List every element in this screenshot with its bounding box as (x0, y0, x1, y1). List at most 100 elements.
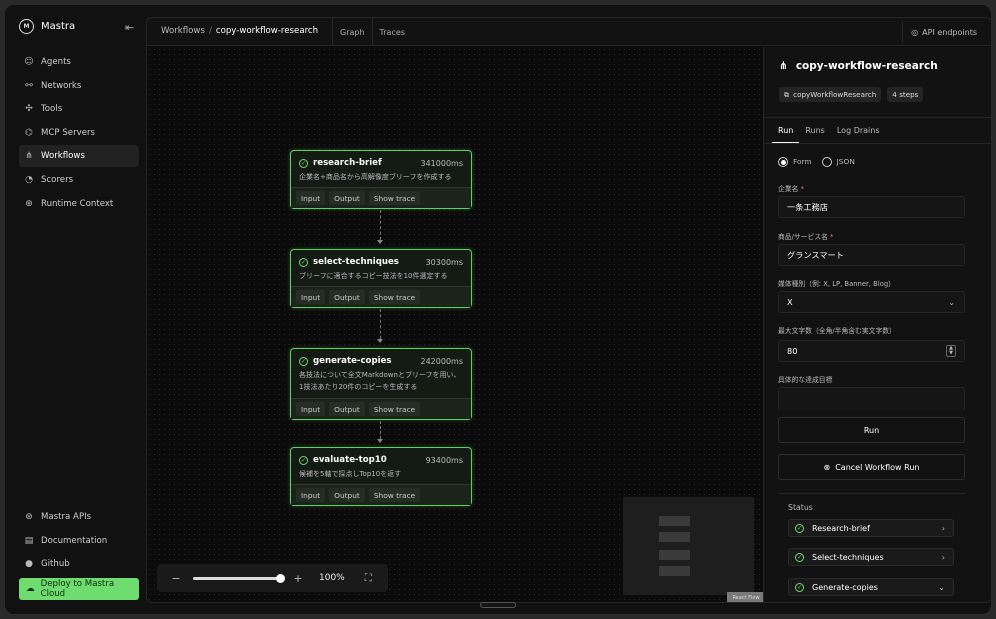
node-input-button[interactable]: Input (296, 402, 326, 416)
sidebar-bottom-nav: ⊛ Mastra APIs ▤ Documentation ● Github (19, 506, 139, 577)
sidebar-item-label: MCP Servers (41, 127, 95, 138)
copy-id-button[interactable]: ⧉ copyWorkflowResearch (779, 87, 882, 102)
tab-graph[interactable]: Graph (332, 18, 372, 46)
workflows-icon: ⋔ (25, 151, 33, 162)
node-input-button[interactable]: Input (296, 191, 326, 205)
sidebar-item-documentation[interactable]: ▤ Documentation (19, 530, 139, 552)
deploy-label: Deploy to Mastra Cloud (40, 579, 115, 599)
zoom-slider-handle[interactable] (276, 573, 285, 583)
stop-circle-icon: ⊗ (823, 462, 831, 472)
node-actions: Input Output Show trace (291, 187, 471, 208)
collapse-sidebar-icon[interactable]: ⇤ (125, 21, 134, 34)
sidebar-item-tools[interactable]: ✣ Tools (19, 98, 139, 120)
api-endpoints-label: API endpoints (922, 27, 977, 37)
app-window: M Mastra ⇤ ☺ Agents ⚯ Networks ✣ Tools ⌬ MCP… (4, 4, 992, 615)
workflow-node-select-techniques[interactable]: ✓ select-techniques 30300ms ブリーフに適合するコピー技法… (290, 249, 472, 308)
workflow-edge (380, 309, 381, 339)
sidebar-item-github[interactable]: ● Github (19, 553, 139, 575)
input-mode-radios: Form JSON (778, 157, 855, 167)
node-input-button[interactable]: Input (296, 488, 326, 502)
radio-form-label: Form (793, 157, 812, 166)
window-resize-handle[interactable] (480, 602, 516, 608)
node-output-button[interactable]: Output (329, 488, 365, 502)
cancel-label: Cancel Workflow Run (835, 462, 920, 472)
product-input[interactable]: グランスマート (778, 244, 965, 266)
zoom-level: 100% (319, 573, 345, 583)
node-input-button[interactable]: Input (296, 290, 326, 304)
node-output-button[interactable]: Output (329, 191, 365, 205)
node-actions: Input Output Show trace (291, 286, 471, 307)
sidebar-item-mastra-apis[interactable]: ⊛ Mastra APIs (19, 506, 139, 528)
maxlen-input[interactable]: 80 ▲ ▼ (778, 340, 965, 362)
sidebar-item-scorers[interactable]: ◔ Scorers (19, 169, 139, 191)
media-select[interactable]: X ⌄ (778, 291, 965, 313)
tools-icon: ✣ (25, 104, 33, 115)
zoom-out-button[interactable]: − (169, 572, 183, 585)
copy-icon: ⧉ (784, 89, 790, 99)
node-output-button[interactable]: Output (329, 290, 365, 304)
number-stepper-icon[interactable]: ▲ ▼ (946, 345, 956, 357)
node-title: select-techniques (313, 257, 399, 267)
node-show-trace-button[interactable]: Show trace (368, 191, 421, 205)
required-mark: * (800, 185, 804, 193)
chevron-right-icon: › (941, 552, 945, 562)
steps-badge: 4 steps (887, 87, 924, 102)
status-item-select-techniques[interactable]: ✓ Select-techniques › (788, 548, 954, 566)
run-button[interactable]: Run (778, 417, 965, 443)
tab-runs[interactable]: Runs (799, 118, 831, 143)
status-item-research-brief[interactable]: ✓ Research-brief › (788, 519, 954, 537)
sidebar-item-runtime-context[interactable]: ⊕ Runtime Context (19, 193, 139, 215)
tab-run[interactable]: Run (772, 118, 800, 143)
agents-icon: ☺ (24, 57, 34, 67)
workflow-id: copyWorkflowResearch (793, 90, 877, 99)
workflow-node-research-brief[interactable]: ✓ research-brief 341000ms 企業名+商品名から高解像度ブリー… (290, 150, 472, 209)
cancel-workflow-run-button[interactable]: ⊗ Cancel Workflow Run (778, 454, 965, 480)
node-output-button[interactable]: Output (329, 402, 365, 416)
tab-traces[interactable]: Traces (371, 18, 412, 46)
sidebar: M Mastra ⇤ ☺ Agents ⚯ Networks ✣ Tools ⌬ MCP… (5, 5, 145, 614)
status-item-generate-copies[interactable]: ✓ Generate-copies ⌄ (788, 578, 954, 596)
main-panel: Workflows / copy-workflow-research Graph T… (146, 17, 991, 603)
check-circle-icon: ✓ (299, 257, 308, 267)
goal-textarea[interactable] (778, 387, 965, 411)
breadcrumb-root[interactable]: Workflows (161, 26, 205, 36)
maxlen-label: 最大文字数（全角/半角含む実文字数） (778, 327, 896, 335)
workflow-node-evaluate-top10[interactable]: ✓ evaluate-top10 93400ms 候補を5軸で採点しTop10を返す… (290, 447, 472, 506)
workflow-title: copy-workflow-research (795, 60, 938, 72)
workflow-node-generate-copies[interactable]: ✓ generate-copies 242000ms 各技法について全文Markdo… (290, 348, 472, 420)
fit-view-icon[interactable]: ⛶ (365, 573, 372, 584)
deploy-button[interactable]: ☁ Deploy to Mastra Cloud (19, 578, 139, 600)
sidebar-item-networks[interactable]: ⚯ Networks (19, 75, 139, 97)
radio-json-label: JSON (836, 157, 855, 166)
api-endpoints-button[interactable]: ◎ API endpoints (902, 22, 985, 42)
top-bar: Workflows / copy-workflow-research Graph T… (147, 18, 991, 46)
zoom-in-button[interactable]: + (291, 572, 305, 585)
radio-form[interactable]: Form (778, 157, 812, 167)
node-description: 企業名+商品名から高解像度ブリーフを作成する (299, 173, 452, 181)
node-show-trace-button[interactable]: Show trace (368, 290, 421, 304)
sidebar-item-label: Documentation (41, 535, 108, 546)
tab-log-drains[interactable]: Log Drains (831, 118, 886, 143)
react-flow-attribution[interactable]: React Flow (727, 592, 765, 602)
brand[interactable]: M Mastra (19, 19, 75, 34)
company-input[interactable]: 一条工務店 (778, 196, 965, 218)
sidebar-item-label: Runtime Context (41, 198, 114, 209)
workflow-graph-canvas[interactable]: ✓ research-brief 341000ms 企業名+商品名から高解像度ブリー… (147, 47, 765, 602)
radio-json[interactable]: JSON (821, 157, 855, 167)
media-label: 媒体種別（例: X, LP, Banner, Blog） (778, 280, 895, 288)
document-icon: ▤ (24, 535, 34, 546)
status-item-label: Select-techniques (812, 552, 884, 562)
check-circle-icon: ✓ (299, 356, 308, 366)
chevron-down-icon: ⌄ (938, 582, 945, 592)
node-show-trace-button[interactable]: Show trace (368, 402, 421, 416)
sidebar-item-label: Github (41, 559, 70, 570)
node-show-trace-button[interactable]: Show trace (368, 488, 421, 502)
zoom-slider[interactable] (193, 573, 285, 583)
sidebar-item-workflows[interactable]: ⋔ Workflows (19, 145, 139, 168)
workflow-meta: ⧉ copyWorkflowResearch 4 steps (779, 87, 924, 102)
sidebar-item-mcp-servers[interactable]: ⌬ MCP Servers (19, 122, 139, 144)
minimap[interactable] (623, 497, 754, 595)
view-tabs: Graph Traces (332, 18, 412, 46)
sidebar-item-agents[interactable]: ☺ Agents (19, 51, 139, 73)
company-label-text: 企業名 (778, 185, 799, 193)
